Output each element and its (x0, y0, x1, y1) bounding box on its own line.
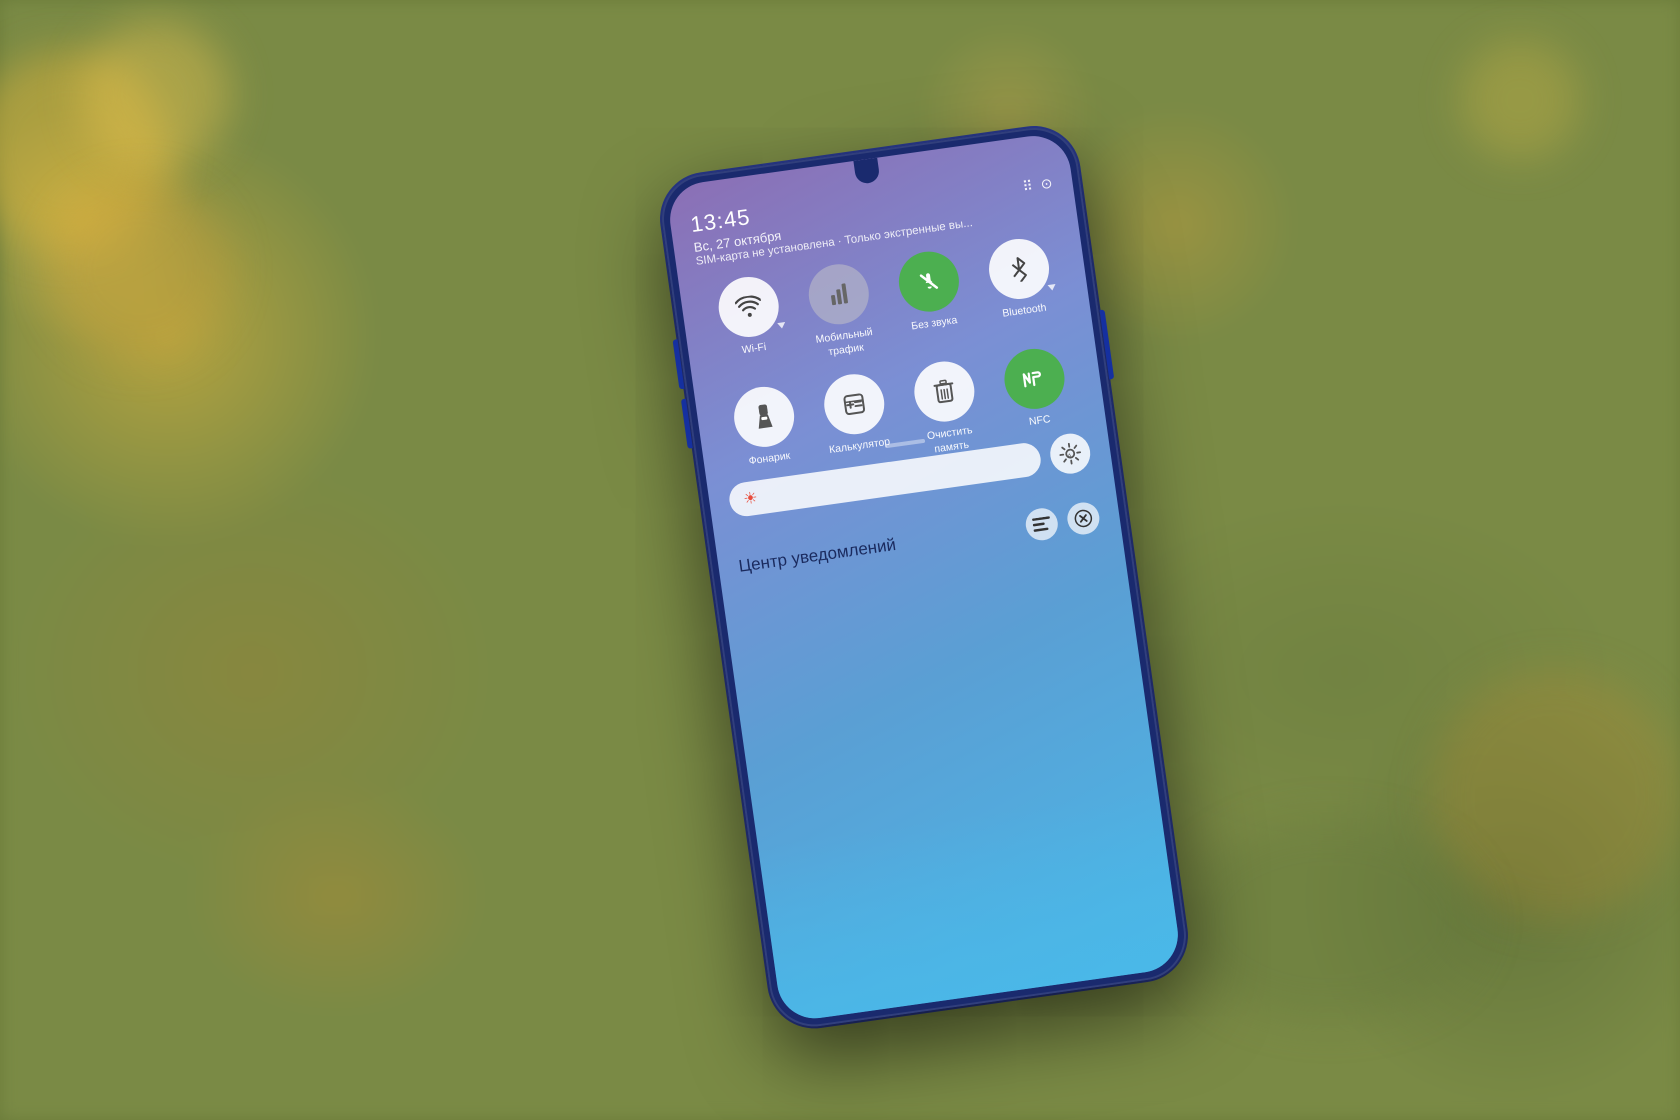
qs-item-bluetooth[interactable]: Bluetooth (975, 234, 1067, 338)
bokeh-3 (50, 180, 230, 360)
bokeh-6 (1180, 820, 1480, 1020)
qs-label-mobile-data: Мобильныйтрафик (815, 326, 876, 361)
status-icons: ⠿ ⊙ (1021, 175, 1053, 196)
qs-item-calculator[interactable]: Калькулятор (810, 369, 902, 473)
brightness-auto-button[interactable]: A (1048, 431, 1093, 476)
bokeh-4 (1460, 40, 1580, 160)
qs-label-wifi: Wi-Fi (741, 341, 767, 358)
notification-list-button[interactable] (1024, 506, 1060, 542)
qs-label-bluetooth: Bluetooth (1002, 302, 1048, 322)
bokeh-2 (80, 20, 230, 170)
bluetooth-arrow (1047, 284, 1056, 291)
qs-item-mobile-data[interactable]: Мобильныйтрафик (795, 259, 887, 363)
qs-label-calculator: Калькулятор (828, 436, 891, 458)
qs-btn-no-sound[interactable] (895, 248, 963, 316)
camera-indicator: ⊙ (1040, 175, 1054, 193)
qs-label-flashlight: Фонарик (748, 450, 791, 469)
qs-btn-calculator[interactable] (820, 371, 888, 439)
notification-actions (1024, 500, 1102, 542)
grid-icon: ⠿ (1021, 177, 1034, 195)
svg-text:A: A (1067, 454, 1072, 461)
qs-item-no-sound[interactable]: Без звука (885, 246, 977, 350)
qs-btn-flashlight[interactable] (730, 383, 798, 451)
notification-close-button[interactable] (1065, 500, 1101, 536)
qs-item-flashlight[interactable]: Фонарик (720, 382, 812, 486)
qs-label-nfc: NFC (1028, 413, 1051, 430)
notch (853, 158, 880, 185)
qs-btn-nfc[interactable] (1000, 345, 1068, 413)
qs-item-wifi[interactable]: Wi-Fi (704, 272, 796, 376)
qs-btn-wifi[interactable] (714, 273, 782, 341)
brightness-min-icon: ☀ (742, 488, 759, 510)
qs-item-clear-memory[interactable]: Очиститьпамять (900, 357, 992, 461)
qs-item-nfc[interactable]: NFC (990, 344, 1082, 448)
qs-btn-bluetooth[interactable] (985, 235, 1053, 303)
qs-label-no-sound: Без звука (910, 314, 958, 334)
notification-center-title: Центр уведомлений (737, 535, 897, 577)
qs-btn-clear-memory[interactable] (910, 358, 978, 426)
notification-center: Центр уведомлений (737, 500, 1103, 592)
qs-btn-mobile-data[interactable] (804, 260, 872, 328)
wifi-arrow (777, 322, 786, 329)
